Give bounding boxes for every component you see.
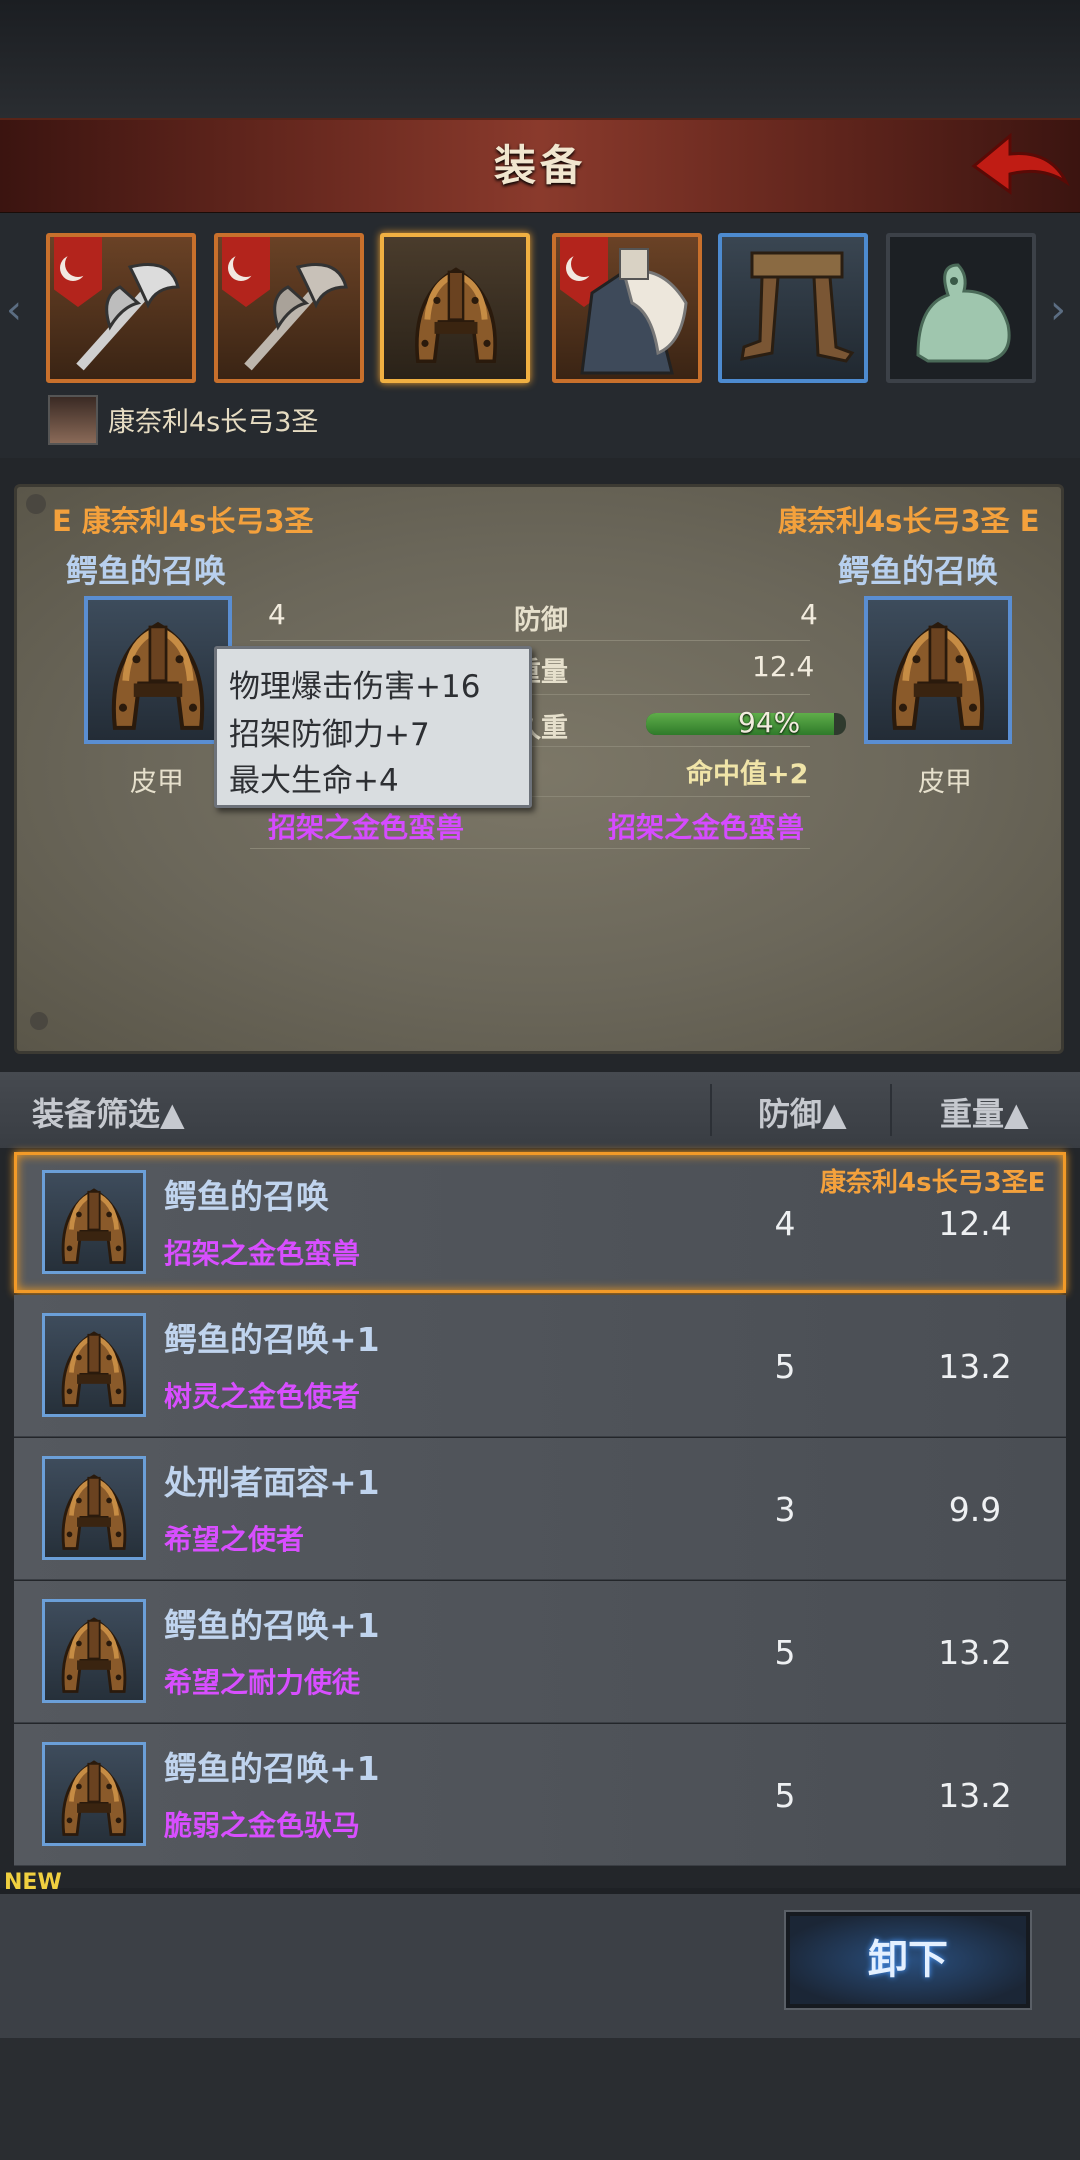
stat-tooltip: 物理爆击伤害+16 招架防御力+7 最大生命+4 [214, 646, 532, 808]
helmet-icon [42, 1599, 146, 1703]
tooltip-line: 物理爆击伤害+16 [229, 669, 481, 705]
helmet-icon [42, 1742, 146, 1846]
new-badge: NEW [4, 1870, 62, 1895]
helmet-icon [394, 245, 518, 375]
item-name: 鳄鱼的召唤+1 [164, 1749, 380, 1788]
halberd-icon [76, 263, 180, 371]
list-item[interactable]: 鳄鱼的召唤+1 树灵之金色使者 5 13.2 [0, 1295, 1080, 1438]
scroll-right-icon[interactable]: › [1050, 290, 1074, 330]
unequip-button-label: 卸下 [868, 1937, 948, 1983]
left-item-type: 皮甲 [130, 767, 184, 798]
right-item-type: 皮甲 [918, 767, 972, 798]
item-name: 鳄鱼的召唤 [164, 1177, 329, 1216]
list-item[interactable]: 鳄鱼的召唤+1 脆弱之金色驮马 5 13.2 [0, 1724, 1080, 1867]
list-item[interactable]: 处刑者面容+1 希望之使者 3 9.9 [0, 1438, 1080, 1581]
rivet-icon [30, 1012, 48, 1030]
item-name: 鳄鱼的召唤+1 [164, 1606, 380, 1645]
slot-weapon-main[interactable] [46, 233, 196, 383]
item-defense: 5 [774, 1347, 796, 1386]
slot-weapon-off[interactable] [214, 233, 364, 383]
divider [710, 1084, 712, 1136]
tooltip-line: 最大生命+4 [229, 763, 399, 799]
item-weight: 13.2 [938, 1776, 1012, 1815]
right-enchant: 招架之金色蛮兽 [608, 811, 805, 844]
list-item[interactable]: 鳄鱼的召唤+1 希望之耐力使徒 5 13.2 [0, 1581, 1080, 1724]
item-enchant: 希望之使者 [164, 1523, 305, 1556]
divider [250, 640, 810, 641]
weight-sort-button[interactable]: 重量▲ [940, 1089, 1029, 1135]
scroll-left-icon[interactable]: ‹ [6, 290, 30, 330]
item-enchant: 树灵之金色使者 [164, 1380, 361, 1413]
halberd-icon [244, 263, 348, 371]
left-owner-label: E 康奈利4s长弓3圣 [52, 504, 314, 538]
left-item-icon [84, 596, 232, 744]
item-defense: 5 [774, 1633, 796, 1672]
right-item-name: 鳄鱼的召唤 [838, 552, 999, 590]
item-enchant: 希望之耐力使徒 [164, 1666, 361, 1699]
header-bar: 装备 [0, 118, 1080, 215]
helmet-icon [42, 1456, 146, 1560]
boots-icon [740, 251, 855, 363]
item-weight: 13.2 [938, 1633, 1012, 1672]
item-enchant: 招架之金色蛮兽 [164, 1237, 361, 1270]
right-owner-label: 康奈利4s长弓3圣 E [778, 504, 1040, 538]
jade-rat-icon [916, 263, 1011, 363]
tooltip-line: 招架防御力+7 [229, 717, 430, 753]
equipped-owner-label: 康奈利4s长弓3圣E [820, 1168, 1046, 1198]
avatar [48, 395, 98, 445]
divider [890, 1084, 892, 1136]
helmet-icon [42, 1313, 146, 1417]
top-status-area [0, 0, 1080, 118]
page-title: 装备 [493, 141, 586, 190]
slot-legs[interactable] [718, 233, 868, 383]
helmet-icon [42, 1170, 146, 1274]
item-weight: 13.2 [938, 1347, 1012, 1386]
rivet-icon [26, 494, 46, 514]
footer-area [0, 2038, 1080, 2160]
right-defense-value: 4 [800, 598, 818, 631]
slot-trinket[interactable] [886, 233, 1036, 383]
slot-head-selected[interactable] [380, 233, 530, 383]
item-name: 鳄鱼的召唤+1 [164, 1320, 380, 1359]
item-enchant: 脆弱之金色驮马 [164, 1809, 361, 1842]
left-defense-value: 4 [268, 598, 286, 631]
item-weight: 12.4 [938, 1204, 1012, 1243]
filter-sort-button[interactable]: 装备筛选▲ [32, 1089, 185, 1135]
item-defense: 5 [774, 1776, 796, 1815]
item-name: 处刑者面容+1 [164, 1463, 380, 1502]
divider [250, 848, 810, 849]
helmet-icon [88, 600, 228, 740]
slot-body[interactable] [552, 233, 702, 383]
item-weight: 9.9 [948, 1490, 1002, 1529]
unequip-button[interactable]: 卸下 [786, 1912, 1030, 2008]
owner-name: 康奈利4s长弓3圣 [108, 407, 319, 438]
durability-value: 94% [738, 706, 801, 739]
defense-sort-button[interactable]: 防御▲ [758, 1089, 847, 1135]
right-item-icon [864, 596, 1012, 744]
fur-coat-icon [580, 248, 688, 375]
right-hit-bonus: 命中值+2 [686, 759, 809, 790]
item-defense: 4 [774, 1204, 796, 1243]
left-enchant: 招架之金色蛮兽 [268, 811, 465, 844]
helmet-icon [868, 600, 1008, 740]
item-defense: 3 [774, 1490, 796, 1529]
defense-label: 防御 [514, 605, 568, 636]
left-item-name: 鳄鱼的召唤 [66, 552, 227, 590]
list-item[interactable]: 鳄鱼的召唤 招架之金色蛮兽 4 12.4 康奈利4s长弓3圣E [0, 1152, 1080, 1295]
right-weight-value: 12.4 [752, 650, 815, 683]
back-arrow-icon[interactable] [970, 128, 1070, 204]
